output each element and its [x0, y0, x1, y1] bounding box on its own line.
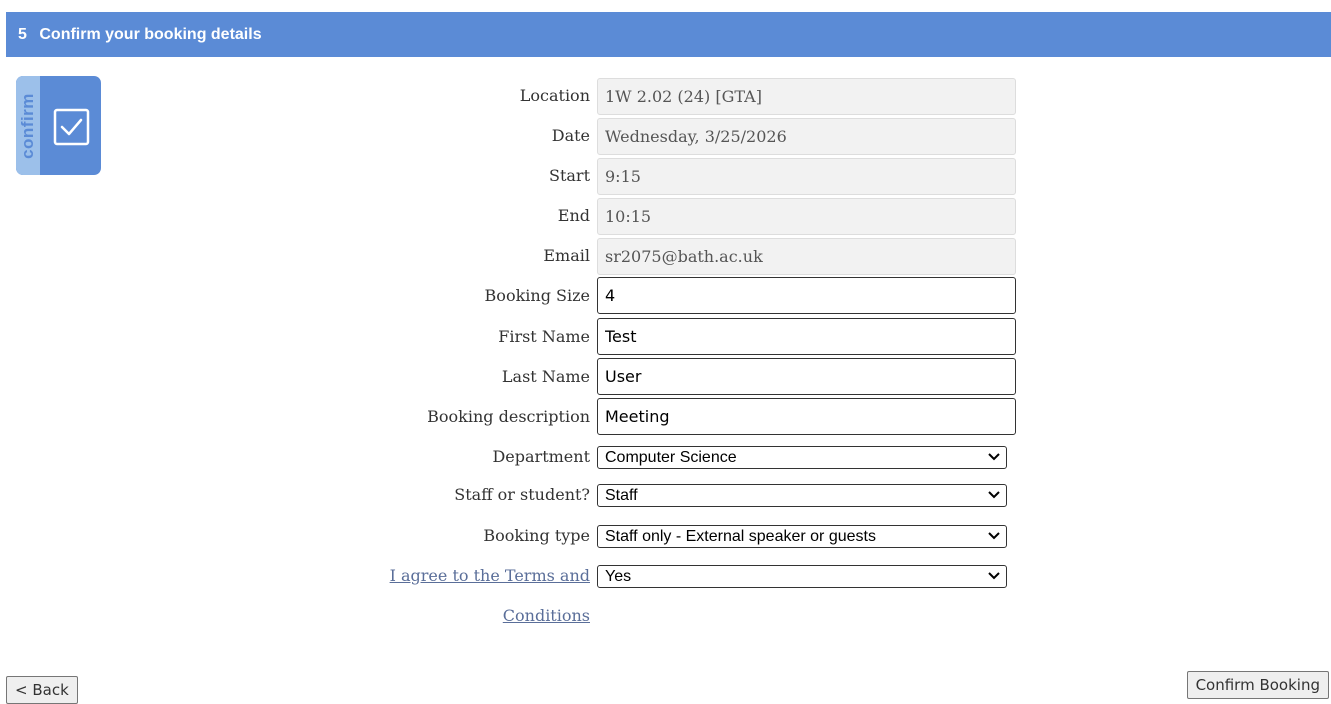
staff-or-student-selected-value: Staff	[605, 487, 638, 504]
section-header: 5 Confirm your booking details	[6, 12, 1331, 57]
location-label: Location	[519, 86, 590, 105]
terms-link[interactable]: I agree to the Terms and	[390, 566, 590, 585]
staff-or-student-select[interactable]: Staff	[597, 484, 1007, 507]
staff-or-student-label: Staff or student?	[454, 485, 590, 504]
department-selected-value: Computer Science	[605, 449, 737, 466]
date-label: Date	[551, 126, 590, 145]
booking-type-select[interactable]: Staff only - External speaker or guests	[597, 525, 1007, 548]
end-label: End	[557, 206, 590, 225]
start-label: Start	[548, 166, 590, 185]
last-name-input[interactable]	[597, 358, 1016, 395]
back-button[interactable]: < Back	[6, 676, 78, 704]
terms-select[interactable]: Yes	[597, 565, 1007, 588]
first-name-label: First Name	[498, 327, 590, 346]
booking-type-label: Booking type	[483, 526, 590, 545]
location-value: 1W 2.02 (24) [GTA]	[597, 78, 1016, 115]
confirm-booking-button[interactable]: Confirm Booking	[1186, 671, 1329, 699]
department-label: Department	[492, 447, 590, 466]
booking-size-label: Booking Size	[484, 286, 590, 305]
terms-link-continued[interactable]: Conditions	[503, 606, 590, 625]
last-name-label: Last Name	[501, 367, 590, 386]
booking-size-input[interactable]	[597, 277, 1016, 314]
step-number: 5	[18, 26, 27, 43]
chevron-down-icon	[988, 453, 1000, 461]
booking-description-input[interactable]	[597, 398, 1016, 435]
date-value: Wednesday, 3/25/2026	[597, 118, 1016, 155]
department-select[interactable]: Computer Science	[597, 446, 1007, 469]
badge-label: confirm	[18, 93, 37, 159]
end-value: 10:15	[597, 198, 1016, 235]
badge-spine: confirm	[16, 76, 40, 175]
first-name-input[interactable]	[597, 318, 1016, 355]
booking-type-selected-value: Staff only - External speaker or guests	[605, 528, 876, 545]
chevron-down-icon	[988, 532, 1000, 540]
checkbox-icon	[53, 108, 90, 146]
start-value: 9:15	[597, 158, 1016, 195]
confirm-badge: confirm	[16, 76, 101, 175]
chevron-down-icon	[988, 491, 1000, 499]
section-title: Confirm your booking details	[39, 26, 262, 43]
email-label: Email	[543, 246, 590, 265]
terms-selected-value: Yes	[605, 568, 632, 585]
booking-description-label: Booking description	[427, 407, 590, 426]
email-value: sr2075@bath.ac.uk	[597, 238, 1016, 275]
chevron-down-icon	[988, 572, 1000, 580]
